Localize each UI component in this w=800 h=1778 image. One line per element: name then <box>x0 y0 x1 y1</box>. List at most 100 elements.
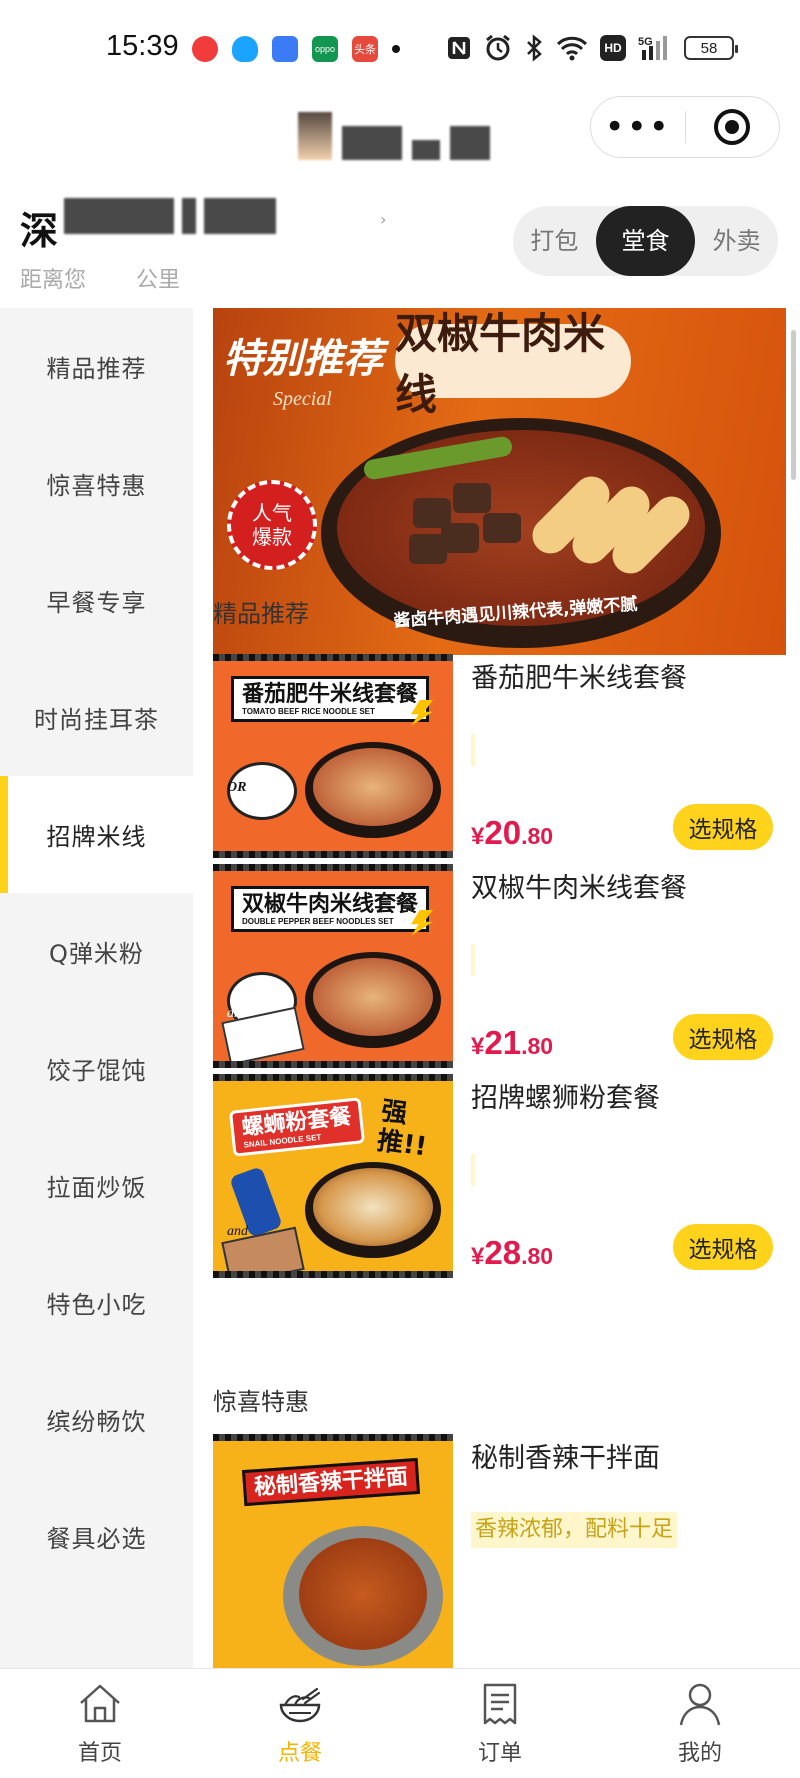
section-title: 惊喜特惠 <box>213 1388 309 1416</box>
badge-line-2: 爆款 <box>252 525 292 549</box>
user-icon <box>679 1683 721 1726</box>
item-price: ¥20.80 <box>471 814 553 852</box>
order-mode-switch: 打包 堂食 外卖 <box>513 206 778 276</box>
item-name: 招牌螺狮粉套餐 <box>471 1083 660 1114</box>
menu-item[interactable]: 番茄肥牛米线套餐 TOMATO BEEF RICE NOODLE SET OR 番… <box>213 654 786 858</box>
image-border <box>213 851 453 858</box>
image-label-text: 番茄肥牛米线套餐 <box>242 682 419 707</box>
image-label: 番茄肥牛米线套餐 TOMATO BEEF RICE NOODLE SET <box>231 676 430 722</box>
store-name-redacted <box>64 198 276 234</box>
image-border <box>213 1434 453 1441</box>
notification-icons: oppo 头条 <box>192 36 400 62</box>
category-sidebar: 精品推荐 惊喜特惠 早餐专享 时尚挂耳茶 招牌米线 Q弹米粉 饺子馄饨 拉面炒饭… <box>0 308 193 1668</box>
mode-delivery[interactable]: 外卖 <box>695 206 778 276</box>
select-spec-button[interactable]: 选规格 <box>673 804 773 850</box>
battery-indicator: 58 <box>684 36 738 60</box>
home-icon <box>80 1684 120 1723</box>
category-item[interactable]: 餐具必选 <box>0 1478 193 1595</box>
item-image: 秘制香辣干拌面 <box>213 1434 453 1668</box>
video-app-icon <box>192 36 218 62</box>
banner-tag: 特别推荐 <box>223 335 383 382</box>
banner-title: 双椒牛肉米线 <box>395 309 631 419</box>
mini-program-header: ••• <box>0 90 800 178</box>
item-desc: 香辣浓郁，配料十足 <box>471 1512 678 1548</box>
image-border <box>213 1061 453 1068</box>
price-decimal: .80 <box>521 823 554 849</box>
category-item[interactable]: 惊喜特惠 <box>0 425 193 542</box>
select-spec-button[interactable]: 选规格 <box>673 1014 773 1060</box>
item-desc <box>471 1154 475 1186</box>
category-item[interactable]: 特色小吃 <box>0 1244 193 1361</box>
item-image: 番茄肥牛米线套餐 TOMATO BEEF RICE NOODLE SET OR <box>213 654 453 858</box>
image-label-en: TOMATO BEEF RICE NOODLE SET <box>242 707 375 716</box>
oppo-app-icon: oppo <box>312 36 338 62</box>
item-image: 螺蛳粉套餐 SNAIL NOODLE SET 强推!! and <box>213 1074 453 1278</box>
category-item[interactable]: Q弹米粉 <box>0 893 193 1010</box>
image-border <box>213 654 453 661</box>
image-noodles <box>313 1168 433 1246</box>
tab-label: 首页 <box>77 1741 122 1766</box>
tab-label: 订单 <box>477 1741 522 1766</box>
image-border <box>213 1074 453 1081</box>
image-label: 螺蛳粉套餐 SNAIL NOODLE SET <box>228 1097 366 1157</box>
category-item[interactable]: 饺子馄饨 <box>0 1010 193 1127</box>
menu-item[interactable]: 秘制香辣干拌面 秘制香辣干拌面 香辣浓郁，配料十足 <box>213 1434 786 1668</box>
image-noodles <box>313 958 433 1036</box>
system-status-icons: HD 5G 58 <box>446 34 738 62</box>
more-menu-button[interactable]: ••• <box>591 110 685 144</box>
category-item[interactable]: 拉面炒饭 <box>0 1127 193 1244</box>
bottom-tab-bar: 首页 点餐 订单 我的 <box>0 1668 800 1778</box>
toutiao-app-icon: 头条 <box>352 36 378 62</box>
section-title: 精品推荐 <box>213 600 309 628</box>
category-item-active[interactable]: 招牌米线 <box>0 776 193 893</box>
item-image: 双椒牛肉米线套餐 DOUBLE PEPPER BEEF NOODLES SET a… <box>213 864 453 1068</box>
distance-suffix: 公里 <box>136 268 181 293</box>
store-name[interactable]: 深 <box>20 200 58 255</box>
item-name: 番茄肥牛米线套餐 <box>471 663 687 694</box>
tab-home[interactable]: 首页 <box>0 1669 200 1778</box>
image-label-en: DOUBLE PEPPER BEEF NOODLES SET <box>242 917 394 926</box>
badge-line-1: 人气 <box>252 501 292 525</box>
select-spec-button[interactable]: 选规格 <box>673 1224 773 1270</box>
store-distance: 距离您 公里 <box>20 262 180 294</box>
more-notifications-dot <box>392 45 400 53</box>
mode-takeaway-pack[interactable]: 打包 <box>513 206 596 276</box>
mini-program-capsule: ••• <box>590 96 780 158</box>
qq-icon <box>232 36 258 62</box>
image-side-text: OR <box>227 780 247 795</box>
price-currency: ¥ <box>471 823 485 850</box>
category-item[interactable]: 早餐专享 <box>0 542 193 659</box>
tab-label: 我的 <box>677 1741 722 1766</box>
receipt-icon <box>483 1683 517 1725</box>
tab-order-food[interactable]: 点餐 <box>200 1669 400 1778</box>
item-desc <box>471 944 475 976</box>
item-price: ¥28.80 <box>471 1234 553 1272</box>
wifi-icon <box>556 36 588 61</box>
category-item[interactable]: 缤纷畅饮 <box>0 1361 193 1478</box>
status-time: 15:39 <box>106 30 179 62</box>
image-promo-text: 强推!! <box>375 1096 429 1163</box>
close-mini-program-button[interactable] <box>686 109 780 145</box>
image-label: 秘制香辣干拌面 <box>241 1457 421 1507</box>
category-item[interactable]: 时尚挂耳茶 <box>0 659 193 776</box>
item-price: ¥21.80 <box>471 1024 553 1062</box>
status-bar: 15:39 oppo 头条 HD 5G 58 <box>0 0 800 90</box>
browser-app-icon <box>272 36 298 62</box>
hot-badge: 人气 爆款 <box>227 480 317 570</box>
image-label: 双椒牛肉米线套餐 DOUBLE PEPPER BEEF NOODLES SET <box>231 886 430 932</box>
mode-dine-in[interactable]: 堂食 <box>595 206 696 276</box>
menu-item[interactable]: 双椒牛肉米线套餐 DOUBLE PEPPER BEEF NOODLES SET a… <box>213 864 786 1068</box>
bluetooth-icon <box>527 34 542 62</box>
menu-item[interactable]: 螺蛳粉套餐 SNAIL NOODLE SET 强推!! and 招牌螺狮粉套餐 ¥… <box>213 1074 786 1278</box>
nfc-icon <box>448 37 470 59</box>
alarm-icon <box>486 34 510 61</box>
item-desc <box>471 734 475 766</box>
image-noodles <box>313 748 433 826</box>
scrollbar[interactable] <box>791 330 796 480</box>
category-item[interactable]: 精品推荐 <box>0 308 193 425</box>
tab-orders[interactable]: 订单 <box>400 1669 600 1778</box>
hd-icon: HD <box>600 35 626 61</box>
tab-profile[interactable]: 我的 <box>600 1669 800 1778</box>
image-noodles <box>299 1538 427 1650</box>
price-integer: 21 <box>484 1024 522 1061</box>
